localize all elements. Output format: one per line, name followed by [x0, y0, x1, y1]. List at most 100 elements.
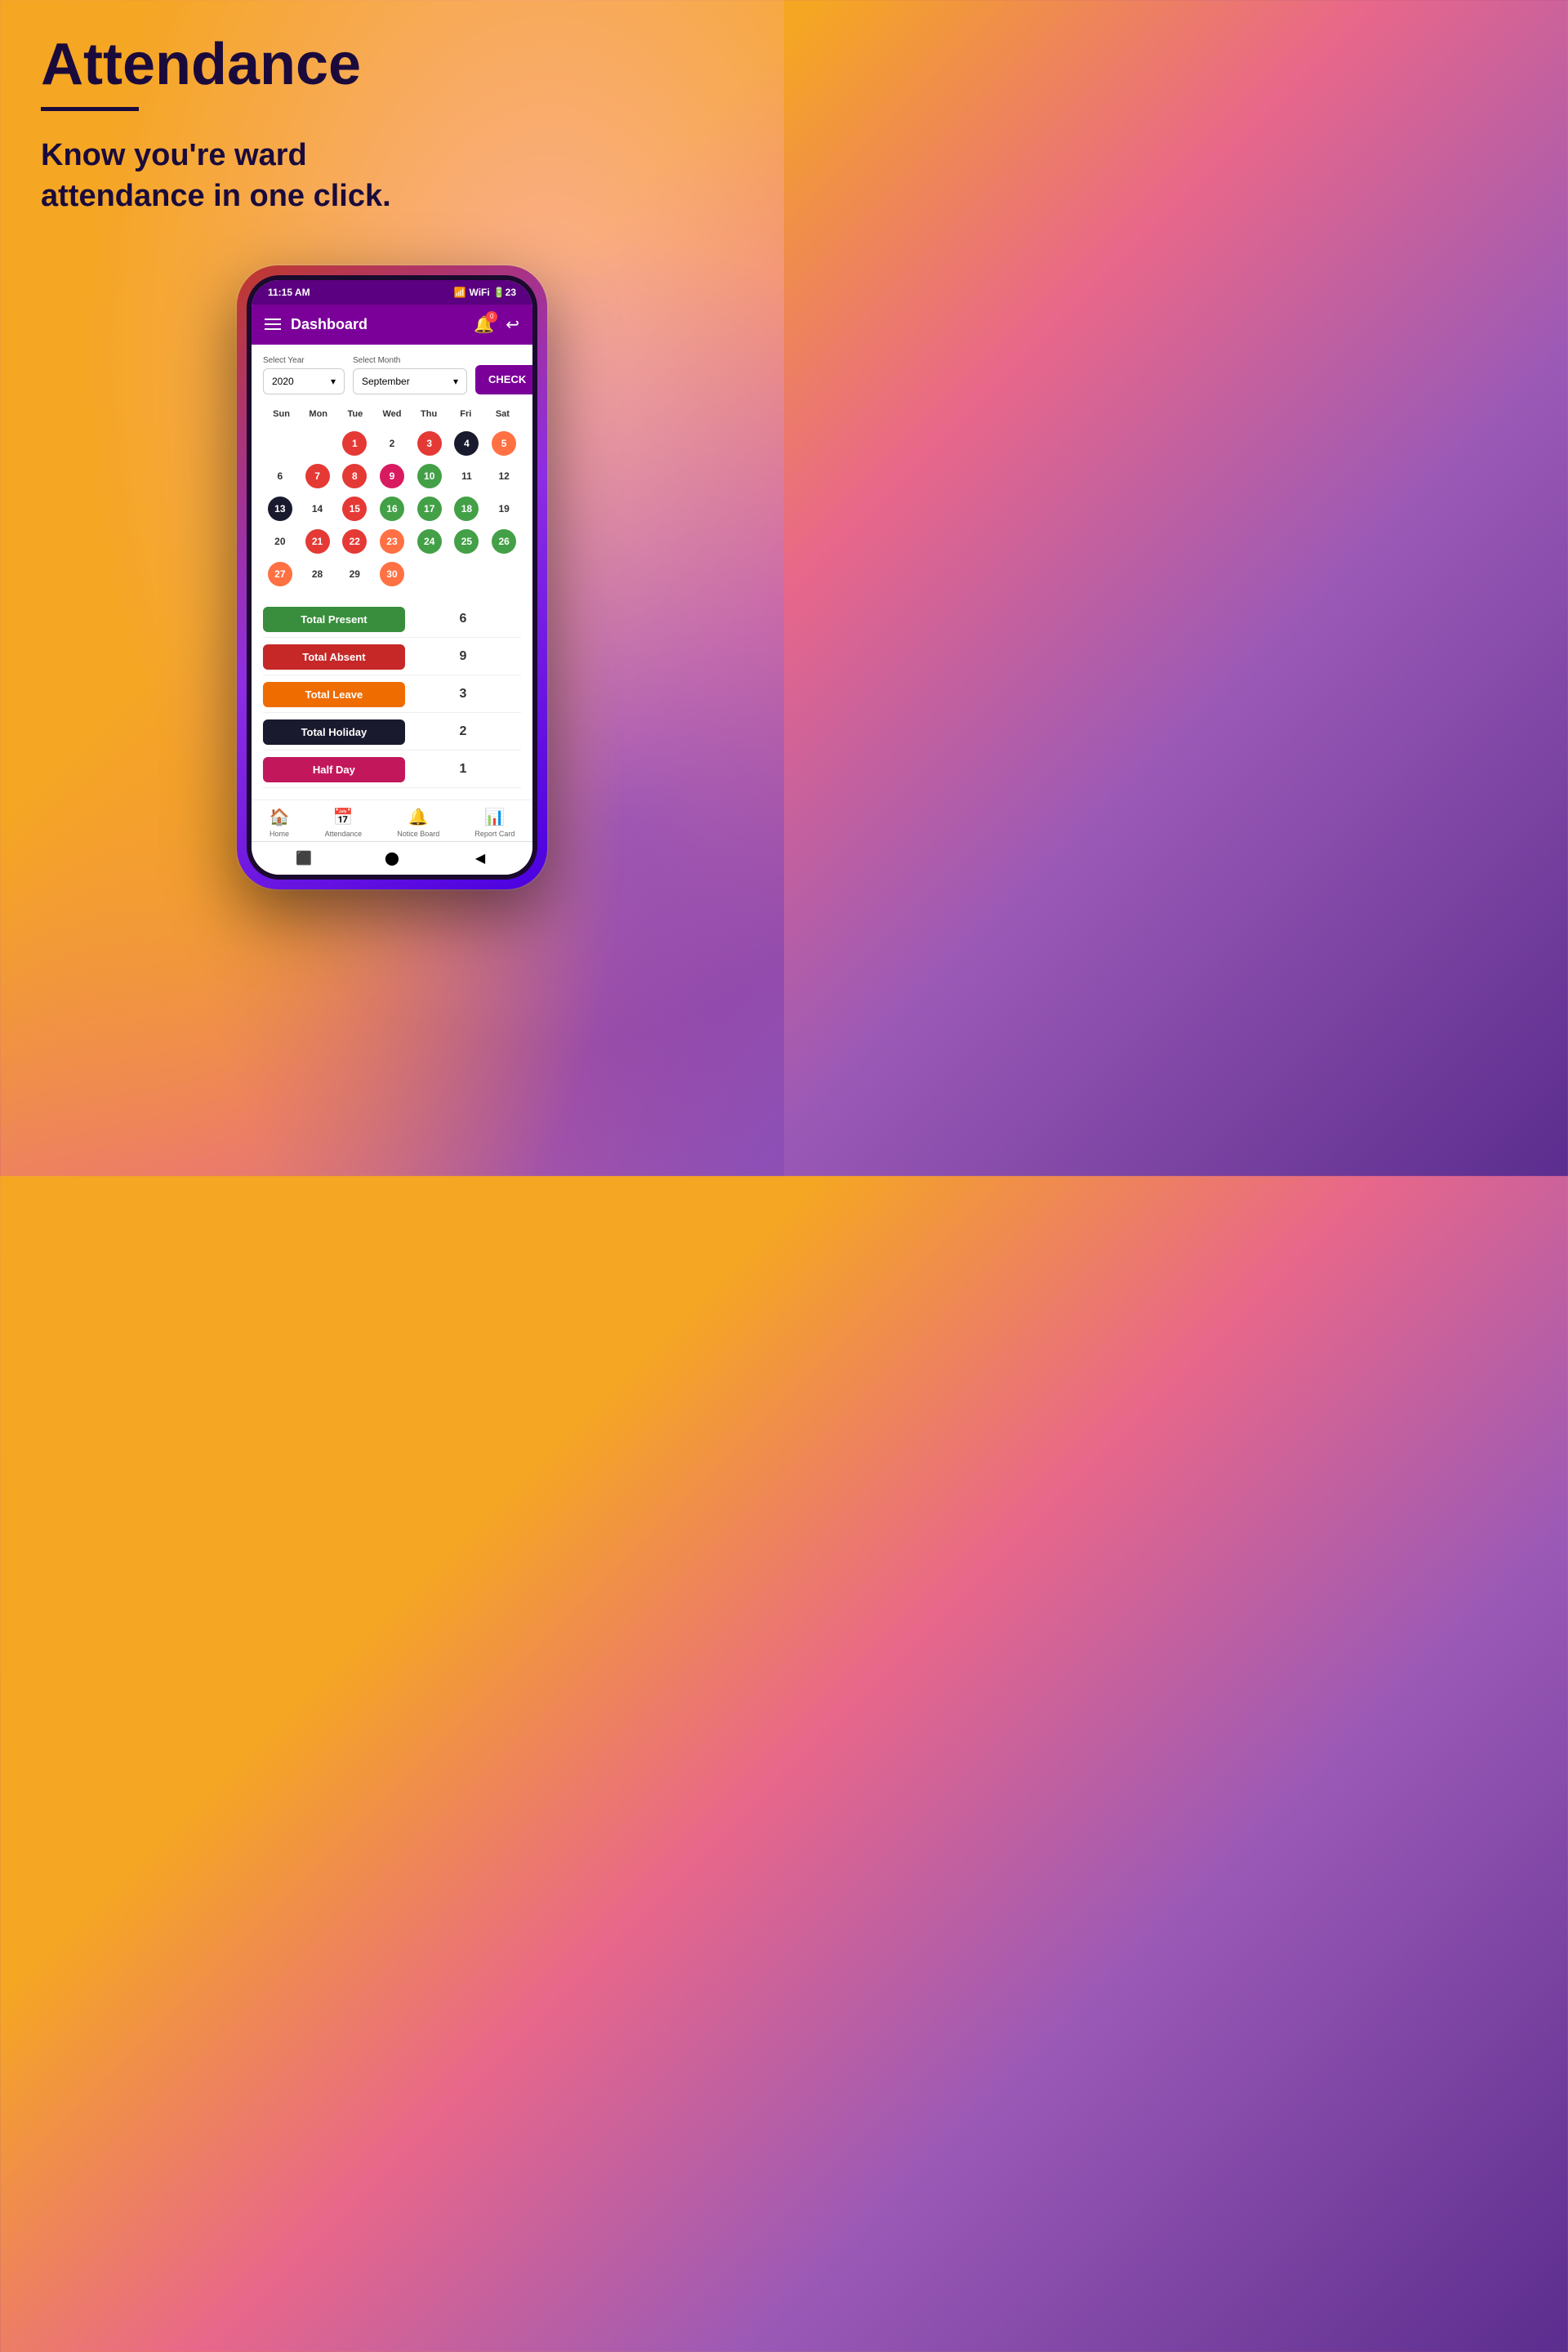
selectors-row: Select Year 2020 ▾ Select Month Septembe… — [263, 356, 521, 394]
calendar-cell[interactable]: 9 — [375, 461, 409, 491]
day-wed: Wed — [373, 406, 410, 422]
day-sun: Sun — [263, 406, 300, 422]
calendar-day-28: 28 — [305, 562, 330, 586]
calendar-cell[interactable]: 11 — [450, 461, 484, 491]
android-home[interactable]: ⬛ — [296, 850, 312, 866]
calendar-cell[interactable]: 7 — [301, 461, 335, 491]
calendar-cell[interactable]: 24 — [412, 527, 447, 556]
notice-board-icon: 🔔 — [408, 807, 429, 827]
calendar-day-30: 30 — [380, 562, 404, 586]
app-header: Dashboard 🔔 0 ↩ — [252, 305, 532, 345]
calendar-day-25: 25 — [454, 529, 479, 554]
month-dropdown[interactable]: September ▾ — [353, 368, 467, 394]
stat-row: Total Holiday2 — [263, 715, 521, 751]
android-circle-icon: ⬤ — [385, 850, 399, 866]
calendar-cell[interactable]: 20 — [263, 527, 297, 556]
nav-home[interactable]: 🏠 Home — [270, 807, 290, 838]
calendar-day-23: 23 — [380, 529, 404, 554]
calendar-day-9: 9 — [380, 464, 404, 488]
calendar-cell[interactable]: 4 — [450, 429, 484, 458]
calendar-cell[interactable]: 10 — [412, 461, 447, 491]
android-back[interactable]: ◀ — [472, 850, 488, 866]
calendar-cell[interactable] — [301, 429, 335, 458]
nav-report-card[interactable]: 📊 Report Card — [474, 807, 514, 838]
calendar-cell[interactable] — [412, 559, 447, 589]
calendar-day-29: 29 — [342, 562, 367, 586]
calendar-day-13: 13 — [268, 497, 292, 521]
calendar-day-10: 10 — [417, 464, 442, 488]
calendar-cell[interactable]: 6 — [263, 461, 297, 491]
notification-bell[interactable]: 🔔 0 — [474, 314, 494, 335]
stat-row: Total Present6 — [263, 602, 521, 638]
calendar-cell[interactable]: 30 — [375, 559, 409, 589]
notification-badge: 0 — [486, 311, 497, 323]
calendar-cell[interactable]: 14 — [301, 494, 335, 523]
calendar-header: Sun Mon Tue Wed Thu Fri Sat — [263, 406, 521, 422]
status-bar: 11:15 AM 📶 WiFi 🔋23 — [252, 280, 532, 305]
calendar-cell[interactable]: 25 — [450, 527, 484, 556]
status-icons: 📶 WiFi 🔋23 — [454, 287, 516, 298]
calendar-cell[interactable]: 16 — [375, 494, 409, 523]
page-title: Attendance — [41, 33, 743, 97]
android-back-icon: ◀ — [475, 850, 485, 866]
calendar-day-8: 8 — [342, 464, 367, 488]
nav-report-label: Report Card — [474, 830, 514, 838]
status-time: 11:15 AM — [268, 287, 310, 298]
year-value: 2020 — [272, 376, 294, 387]
day-sat: Sat — [484, 406, 521, 422]
calendar-day-20: 20 — [268, 529, 292, 554]
calendar-cell[interactable]: 12 — [487, 461, 521, 491]
calendar-cell[interactable]: 2 — [375, 429, 409, 458]
calendar-cell[interactable]: 17 — [412, 494, 447, 523]
nav-notice-board[interactable]: 🔔 Notice Board — [397, 807, 439, 838]
phone-outer: 11:15 AM 📶 WiFi 🔋23 Da — [237, 265, 547, 889]
nav-attendance[interactable]: 📅 Attendance — [325, 807, 363, 838]
stat-label: Total Absent — [263, 644, 405, 670]
header-title: Dashboard — [291, 316, 368, 333]
calendar-cell[interactable]: 23 — [375, 527, 409, 556]
calendar-cell[interactable]: 5 — [487, 429, 521, 458]
calendar-cell[interactable]: 15 — [337, 494, 372, 523]
month-label: Select Month — [353, 356, 467, 365]
month-value: September — [362, 376, 410, 387]
calendar-day-24: 24 — [417, 529, 442, 554]
android-circle[interactable]: ⬤ — [384, 850, 400, 866]
calendar-cell[interactable]: 19 — [487, 494, 521, 523]
phone-inner: 11:15 AM 📶 WiFi 🔋23 Da — [247, 275, 537, 880]
logout-icon[interactable]: ↩ — [506, 314, 519, 335]
calendar-cell[interactable] — [263, 429, 297, 458]
calendar-day-6: 6 — [268, 464, 292, 488]
title-underline — [41, 107, 139, 111]
header-left: Dashboard — [265, 316, 368, 333]
calendar-cell[interactable] — [450, 559, 484, 589]
signal-icon: 📶 — [454, 287, 466, 298]
stat-label: Total Present — [263, 607, 405, 632]
calendar-cell[interactable]: 18 — [450, 494, 484, 523]
day-thu: Thu — [411, 406, 448, 422]
calendar-cell[interactable]: 3 — [412, 429, 447, 458]
hamburger-menu[interactable] — [265, 318, 281, 330]
calendar-cell[interactable]: 27 — [263, 559, 297, 589]
calendar-cell[interactable]: 22 — [337, 527, 372, 556]
calendar-cell[interactable]: 1 — [337, 429, 372, 458]
nav-notice-label: Notice Board — [397, 830, 439, 838]
calendar-day-5: 5 — [492, 431, 516, 456]
calendar-cell[interactable]: 21 — [301, 527, 335, 556]
calendar-day-18: 18 — [454, 497, 479, 521]
calendar-day-4: 4 — [454, 431, 479, 456]
calendar-day-12: 12 — [492, 464, 516, 488]
calendar-cell[interactable]: 13 — [263, 494, 297, 523]
stats-section: Total Present6Total Absent9Total Leave3T… — [263, 602, 521, 788]
calendar-day-19: 19 — [492, 497, 516, 521]
attendance-icon: 📅 — [333, 807, 354, 827]
calendar-cell[interactable]: 29 — [337, 559, 372, 589]
check-button[interactable]: CHECK — [475, 365, 532, 394]
nav-attendance-label: Attendance — [325, 830, 363, 838]
day-fri: Fri — [448, 406, 484, 422]
calendar-cell[interactable]: 26 — [487, 527, 521, 556]
calendar-cell[interactable]: 8 — [337, 461, 372, 491]
year-dropdown[interactable]: 2020 ▾ — [263, 368, 345, 394]
calendar-cell[interactable] — [487, 559, 521, 589]
calendar-cell[interactable]: 28 — [301, 559, 335, 589]
year-label: Select Year — [263, 356, 345, 365]
